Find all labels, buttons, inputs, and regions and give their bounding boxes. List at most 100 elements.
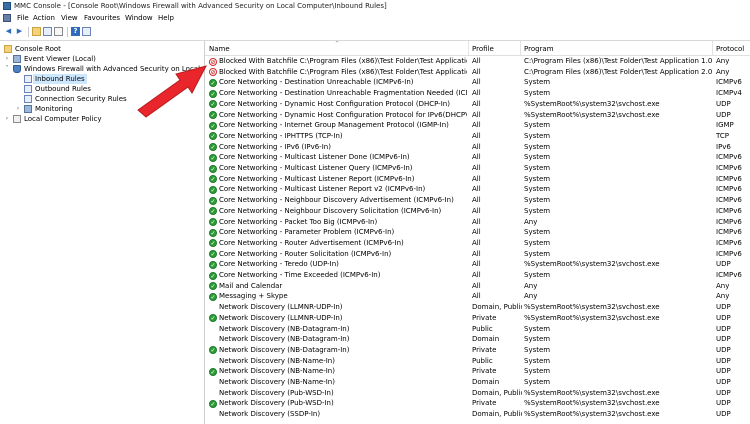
rule-name-cell: Core Networking - Dynamic Host Configura… xyxy=(219,110,467,119)
help-icon[interactable]: ? xyxy=(71,27,80,36)
menu-bar: File Action View Favourites Window Help xyxy=(0,12,750,24)
rule-profile-cell: All xyxy=(472,228,481,237)
rule-profile-cell: All xyxy=(472,206,481,215)
table-row[interactable]: Network Discovery (NB-Datagram-In) Domain… xyxy=(205,334,750,345)
block-rule-icon: ⊘ xyxy=(209,57,217,66)
table-row[interactable]: ⊘ Blocked With Batchfile C:\Program Files… xyxy=(205,56,750,67)
table-row[interactable]: ✓ Core Networking - Multicast Listener Re… xyxy=(205,174,750,185)
mmc-app-icon xyxy=(3,2,11,10)
console-menu-icon[interactable] xyxy=(3,14,11,22)
rule-profile-cell: Private xyxy=(472,367,497,376)
table-row[interactable]: ✓ Core Networking - Time Exceeded (ICMPv6… xyxy=(205,270,750,281)
table-row[interactable]: ✓ Core Networking - Neighbour Discovery A… xyxy=(205,195,750,206)
table-row[interactable]: ✓ Network Discovery (NB-Name-In) Private Sy… xyxy=(205,366,750,377)
table-row[interactable]: Network Discovery (SSDP-In) Domain, Publi… xyxy=(205,409,750,420)
rule-name-cell: Messaging + Skype xyxy=(219,292,288,301)
table-row[interactable]: ✓ Core Networking - Teredo (UDP-In) All %Sy… xyxy=(205,259,750,270)
table-row[interactable]: Network Discovery (NB-Name-In) Domain Syst… xyxy=(205,377,750,388)
rule-program-cell: %SystemRoot%\system32\svchost.exe xyxy=(524,313,660,322)
rule-program-cell: System xyxy=(524,78,551,87)
outbound-rules-icon xyxy=(24,85,32,93)
table-row[interactable]: ✓ Core Networking - Dynamic Host Configur… xyxy=(205,99,750,110)
table-row[interactable]: Network Discovery (NB-Name-In) Public Syst… xyxy=(205,356,750,367)
rule-name-cell: Network Discovery (NB-Name-In) xyxy=(219,378,335,386)
table-row[interactable]: ✓ Core Networking - Router Solicitation (… xyxy=(205,249,750,260)
rule-profile-cell: All xyxy=(472,121,481,130)
table-row[interactable]: ✓ Core Networking - IPHTTPS (TCP-In) All Sy… xyxy=(205,131,750,142)
table-row[interactable]: ✓ Core Networking - Multicast Listener Re… xyxy=(205,184,750,195)
rule-protocol-cell: ICMPv6 xyxy=(716,217,742,226)
rule-protocol-cell: UDP xyxy=(716,324,731,333)
menu-favourites[interactable]: Favourites xyxy=(84,13,120,23)
up-folder-icon[interactable] xyxy=(32,27,41,36)
menu-view[interactable]: View xyxy=(61,13,78,23)
firewall-icon xyxy=(13,65,21,73)
rule-protocol-cell: UDP xyxy=(716,99,731,108)
table-row[interactable]: ✓ Core Networking - Internet Group Manage… xyxy=(205,120,750,131)
table-row[interactable]: ✓ Network Discovery (Pub-WSD-In) Private %S… xyxy=(205,398,750,409)
table-row[interactable]: Network Discovery (Pub-WSD-In) Domain, Pu… xyxy=(205,388,750,399)
collapse-chevron-icon[interactable]: ˅ xyxy=(4,64,10,74)
table-row[interactable]: ✓ Messaging + Skype All Any Any xyxy=(205,291,750,302)
allow-checkmark-icon: ✓ xyxy=(209,100,217,109)
rule-name-cell: Core Networking - Internet Group Managem… xyxy=(219,121,449,130)
forward-arrow-icon[interactable]: ▶ xyxy=(15,27,24,36)
table-row[interactable]: ✓ Core Networking - Dynamic Host Configur… xyxy=(205,110,750,121)
menu-window[interactable]: Window xyxy=(125,13,153,23)
table-row[interactable]: ✓ Network Discovery (LLMNR-UDP-In) Private… xyxy=(205,313,750,324)
table-row[interactable]: ✓ Core Networking - Destination Unreachab… xyxy=(205,77,750,88)
rule-program-cell: System xyxy=(524,196,551,205)
rule-profile-cell: All xyxy=(472,260,481,269)
rule-profile-cell: All xyxy=(472,131,481,140)
rule-program-cell: %SystemRoot%\system32\svchost.exe xyxy=(524,399,660,408)
menu-help[interactable]: Help xyxy=(158,13,174,23)
menu-file[interactable]: File xyxy=(17,13,29,23)
export-list-icon[interactable] xyxy=(54,27,63,36)
rule-profile-cell: All xyxy=(472,164,481,172)
rule-protocol-cell: Any xyxy=(716,67,730,76)
show-hide-tree-icon[interactable] xyxy=(43,27,52,36)
column-header-protocol[interactable]: Protocol xyxy=(712,41,750,55)
allow-checkmark-icon: ✓ xyxy=(209,260,217,269)
rule-profile-cell: All xyxy=(472,67,481,76)
table-row[interactable]: ✓ Core Networking - Destination Unreachab… xyxy=(205,88,750,99)
table-row[interactable]: ✓ Core Networking - Multicast Listener Qu… xyxy=(205,163,750,174)
table-row[interactable]: ✓ Network Discovery (NB-Datagram-In) Priva… xyxy=(205,345,750,356)
expand-chevron-icon[interactable]: › xyxy=(4,54,10,64)
table-row[interactable]: ✓ Core Networking - Multicast Listener Do… xyxy=(205,152,750,163)
table-row[interactable]: ✓ Core Networking - Parameter Problem (IC… xyxy=(205,227,750,238)
rule-protocol-cell: UDP xyxy=(716,335,731,344)
rule-name-cell: Core Networking - Multicast Listener Rep… xyxy=(219,174,415,183)
rule-program-cell: System xyxy=(524,271,551,279)
table-row[interactable]: ⊘ Blocked With Batchfile C:\Program Files… xyxy=(205,67,750,78)
table-row[interactable]: ✓ Core Networking - Router Advertisement … xyxy=(205,238,750,249)
menu-action[interactable]: Action xyxy=(33,13,55,23)
rule-protocol-cell: ICMPv4 xyxy=(716,89,742,98)
table-row[interactable]: ✓ Core Networking - Neighbour Discovery S… xyxy=(205,206,750,217)
table-row[interactable]: Network Discovery (NB-Datagram-In) Public… xyxy=(205,324,750,335)
back-arrow-icon[interactable]: ◀ xyxy=(4,27,13,36)
rule-name-cell: Core Networking - Router Solicitation (I… xyxy=(219,249,392,258)
table-row[interactable]: ✓ Mail and Calendar All Any Any xyxy=(205,281,750,292)
tree-item-console-root[interactable]: Console Root xyxy=(2,44,202,54)
expand-chevron-icon[interactable]: › xyxy=(15,104,21,114)
table-row[interactable]: ✓ Core Networking - Packet Too Big (ICMPv… xyxy=(205,217,750,228)
column-header-program[interactable]: Program xyxy=(520,41,712,55)
rule-protocol-cell: ICMPv6 xyxy=(716,185,742,194)
rule-profile-cell: Public xyxy=(472,324,493,333)
rule-program-cell: System xyxy=(524,238,551,247)
rule-name-cell: Core Networking - Destination Unreachabl… xyxy=(219,78,414,87)
arrow-shape xyxy=(137,65,207,118)
table-row[interactable]: ✓ Core Networking - IPv6 (IPv6-In) All Syst… xyxy=(205,142,750,153)
column-header-name[interactable]: Name xyxy=(209,41,471,55)
table-row[interactable]: Network Discovery (LLMNR-UDP-In) Domain, … xyxy=(205,302,750,313)
rule-profile-cell: All xyxy=(472,217,481,226)
rule-protocol-cell: IPv6 xyxy=(716,142,731,151)
rule-profile-cell: All xyxy=(472,281,481,290)
column-header-profile[interactable]: Profile xyxy=(468,41,523,55)
rule-program-cell: System xyxy=(524,164,551,172)
show-action-pane-icon[interactable] xyxy=(82,27,91,36)
expand-chevron-icon[interactable]: › xyxy=(4,114,10,124)
rule-name-cell: Core Networking - Time Exceeded (ICMPv6-… xyxy=(219,271,381,279)
rule-protocol-cell: UDP xyxy=(716,356,731,365)
